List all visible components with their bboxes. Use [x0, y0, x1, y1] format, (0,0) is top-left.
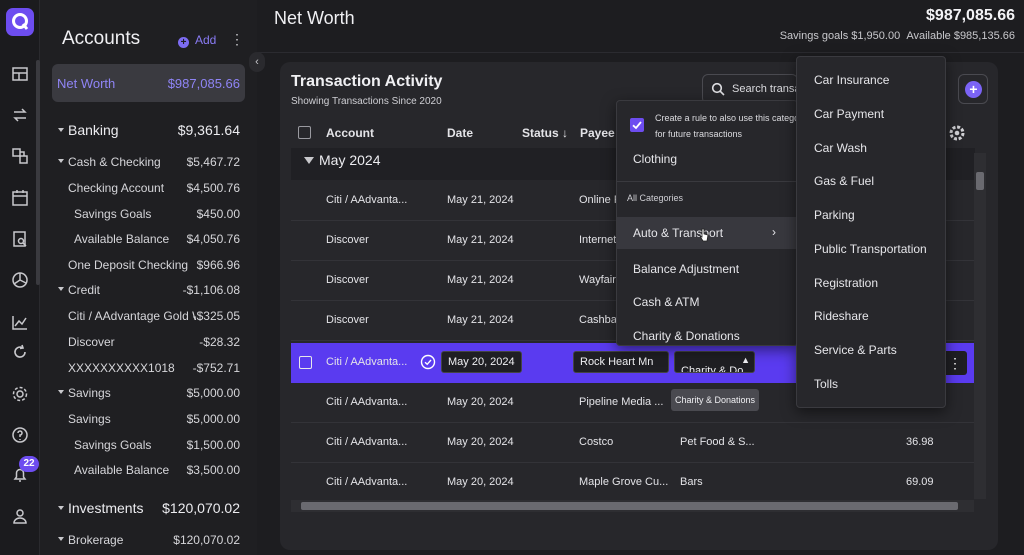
- net-worth-total: $987,085.66: [926, 7, 1015, 24]
- settings-icon[interactable]: [10, 384, 30, 404]
- account-item[interactable]: One Deposit Checking $966.96: [40, 258, 257, 282]
- savings-goals-text: Savings goals $1,950.00: [779, 30, 901, 42]
- caret-down-icon: [58, 537, 64, 541]
- subcategory-option[interactable]: Tolls: [814, 377, 838, 391]
- status-label: Status: [522, 126, 559, 140]
- row-checkbox[interactable]: [299, 356, 312, 369]
- sort-arrow-icon: ↓: [558, 126, 569, 140]
- caret-down-icon: [304, 157, 314, 164]
- search-placeholder: Search transa: [732, 83, 798, 95]
- caret-down-icon: [58, 390, 64, 394]
- budget-icon[interactable]: [10, 270, 30, 290]
- account-item[interactable]: Checking Account $4,500.76: [40, 181, 257, 205]
- chevron-right-icon: ›: [772, 225, 776, 239]
- transfer-icon[interactable]: [10, 105, 30, 125]
- add-transaction-button[interactable]: +: [958, 74, 988, 104]
- caret-down-icon: [58, 128, 64, 132]
- caret-down-icon: [58, 287, 64, 291]
- plus-icon: +: [965, 81, 982, 98]
- horizontal-scroll-thumb[interactable]: [301, 502, 958, 510]
- account-item[interactable]: Available Balance $4,050.76: [40, 232, 257, 256]
- account-group-brokerage[interactable]: Brokerage $120,070.02: [40, 533, 257, 555]
- refresh-icon[interactable]: [10, 342, 30, 362]
- collapse-sidebar-button[interactable]: ‹: [249, 52, 265, 72]
- category-option[interactable]: Charity & Donations: [617, 320, 797, 345]
- caret-down-icon: [58, 506, 64, 510]
- category-section-label: All Categories: [627, 193, 684, 203]
- account-item[interactable]: Citi / AAdvantage Gold W...-$325.05: [40, 309, 257, 333]
- subcategory-option[interactable]: Rideshare: [814, 309, 869, 323]
- check-circle-icon[interactable]: [420, 354, 436, 370]
- subcategory-option[interactable]: Car Insurance: [814, 73, 889, 87]
- row-more-icon[interactable]: ⋮: [943, 351, 967, 375]
- vertical-scroll-thumb[interactable]: [976, 172, 984, 190]
- category-option[interactable]: Cash & ATM: [617, 286, 797, 318]
- cursor-icon: [699, 228, 709, 242]
- select-all-checkbox[interactable]: [298, 126, 311, 139]
- profile-icon[interactable]: [10, 506, 30, 526]
- transactions-subtitle: Showing Transactions Since 2020: [291, 96, 442, 107]
- month-label: May 2024: [319, 152, 381, 168]
- caret-down-icon: [58, 159, 64, 163]
- search-icon: [711, 82, 725, 96]
- category-dropdown[interactable]: Charity & Do ▲: [674, 351, 755, 373]
- subcategory-option[interactable]: Gas & Fuel: [814, 174, 874, 188]
- column-header-account[interactable]: Account: [326, 126, 374, 140]
- account-list: Banking $9,361.64 Cash & Checking $5,467.7…: [40, 0, 257, 555]
- subcategory-option[interactable]: Public Transportation: [814, 242, 927, 256]
- dashboard-icon[interactable]: [10, 64, 30, 84]
- caret-up-icon: ▲: [741, 355, 750, 365]
- trend-icon[interactable]: [10, 312, 30, 332]
- menu-divider: [617, 181, 797, 182]
- column-header-date[interactable]: Date: [447, 126, 473, 140]
- header-divider: [258, 52, 1024, 53]
- vertical-scrollbar[interactable]: [974, 153, 986, 499]
- subcategory-option[interactable]: Car Payment: [814, 107, 884, 121]
- category-option[interactable]: Balance Adjustment: [617, 253, 797, 285]
- account-group-savings[interactable]: Savings $5,000.00: [40, 386, 257, 410]
- category-option-current[interactable]: Clothing: [617, 143, 797, 175]
- reports-icon[interactable]: [10, 229, 30, 249]
- accounts-icon[interactable]: [10, 146, 30, 166]
- subcategory-option[interactable]: Parking: [814, 208, 855, 222]
- category-tooltip: Charity & Donations: [671, 389, 759, 411]
- available-text: Available $985,135.66: [906, 30, 1015, 42]
- category-menu: Create a rule to also use this catego for…: [616, 100, 798, 346]
- subcategory-menu: Car Insurance Car Payment Car Wash Gas &…: [796, 56, 946, 408]
- date-field[interactable]: May 20, 2024: [441, 351, 522, 373]
- subcategory-option[interactable]: Service & Parts: [814, 343, 897, 357]
- table-row[interactable]: Citi / AAdvanta... May 20, 2024 Costco Pet …: [291, 423, 975, 463]
- account-group-investments[interactable]: Investments $120,070.02: [40, 500, 257, 524]
- calendar-icon[interactable]: [10, 188, 30, 208]
- account-item[interactable]: Available Balance $3,500.00: [40, 463, 257, 487]
- net-worth-subtitle: Savings goals $1,950.00 Available $985,1…: [780, 30, 1015, 42]
- create-rule-checkbox[interactable]: [630, 118, 644, 132]
- table-row[interactable]: Citi / AAdvanta... May 20, 2024 Maple Grov…: [291, 463, 975, 503]
- account-group-cash-checking[interactable]: Cash & Checking $5,467.72: [40, 155, 257, 179]
- account-item[interactable]: Savings Goals $1,500.00: [40, 438, 257, 462]
- app-logo[interactable]: [6, 8, 34, 36]
- help-icon[interactable]: [10, 425, 30, 445]
- account-item[interactable]: XXXXXXXXXX1018 -$752.71: [40, 361, 257, 385]
- column-header-status[interactable]: Status ↓: [522, 126, 568, 140]
- account-item[interactable]: Savings Goals $450.00: [40, 207, 257, 231]
- subcategory-option[interactable]: Registration: [814, 276, 878, 290]
- transactions-title: Transaction Activity: [291, 73, 443, 90]
- create-rule-label: Create a rule to also use this catego for…: [655, 113, 798, 139]
- account-item[interactable]: Savings $5,000.00: [40, 412, 257, 436]
- column-header-payee[interactable]: Payee: [580, 126, 615, 140]
- nav-rail: 22: [0, 0, 40, 555]
- page-title: Net Worth: [274, 8, 355, 28]
- gear-icon[interactable]: [948, 124, 966, 142]
- notification-badge: 22: [19, 456, 39, 472]
- account-group-credit[interactable]: Credit -$1,106.08: [40, 283, 257, 307]
- account-item[interactable]: Discover -$28.32: [40, 335, 257, 359]
- payee-field[interactable]: Rock Heart Mn: [573, 351, 669, 373]
- account-group-banking[interactable]: Banking $9,361.64: [40, 122, 257, 146]
- subcategory-option[interactable]: Car Wash: [814, 141, 867, 155]
- category-value: Charity & Do: [681, 365, 744, 373]
